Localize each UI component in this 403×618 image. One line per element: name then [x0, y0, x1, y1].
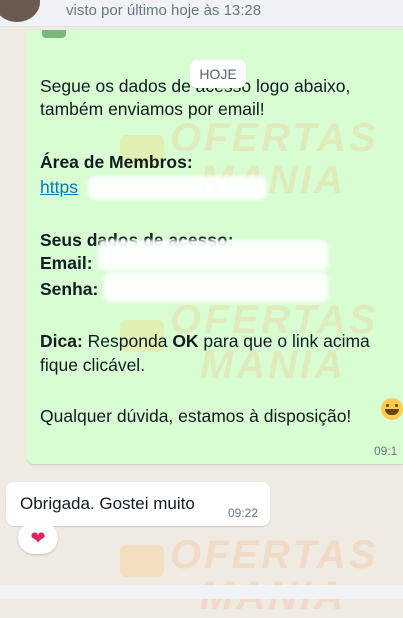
watermark-line1: OFERTAS — [170, 116, 379, 160]
redacted-email — [98, 240, 328, 270]
email-label: Email: — [40, 253, 93, 273]
message-top-indicator — [42, 30, 66, 38]
incoming-message-text: Obrigada. Gostei muito — [20, 494, 195, 513]
password-label: Senha: — [40, 279, 99, 299]
closing-line: Qualquer dúvida, estamos à disposição! — [40, 406, 352, 426]
tip-label: Dica: — [40, 331, 83, 351]
incoming-message-time: 09:22 — [228, 506, 259, 520]
watermark-line1: OFERTAS — [170, 533, 379, 577]
tip-line-1: Dica: Responda OK para que o link acima — [40, 330, 370, 353]
incoming-message-bubble[interactable]: Obrigada. Gostei muito 09:22 — [6, 482, 270, 526]
members-area-heading: Área de Membros: — [40, 152, 193, 172]
outgoing-message-time: 09:1 — [374, 444, 398, 458]
tip-text-2: para que o link acima — [198, 331, 370, 351]
date-separator: HOJE — [190, 60, 246, 88]
tip-ok: OK — [172, 331, 199, 351]
redacted-link — [88, 176, 266, 200]
chat-header[interactable]: visto por último hoje às 13:28 — [0, 0, 403, 27]
last-seen-status: visto por último hoje às 13:28 — [66, 2, 262, 19]
watermark-logo-icon — [120, 545, 164, 577]
members-area-link[interactable]: https — [40, 176, 78, 199]
contact-avatar[interactable] — [0, 0, 40, 22]
tip-text-1: Responda — [82, 331, 173, 351]
heart-reaction-icon[interactable]: ❤ — [18, 522, 58, 554]
grinning-emoji-icon — [381, 398, 403, 420]
composer-bar — [0, 585, 403, 599]
message-line-2: também enviamos por email! — [40, 99, 265, 119]
redacted-password — [104, 272, 328, 302]
tip-line-2: fique clicável. — [40, 355, 146, 375]
